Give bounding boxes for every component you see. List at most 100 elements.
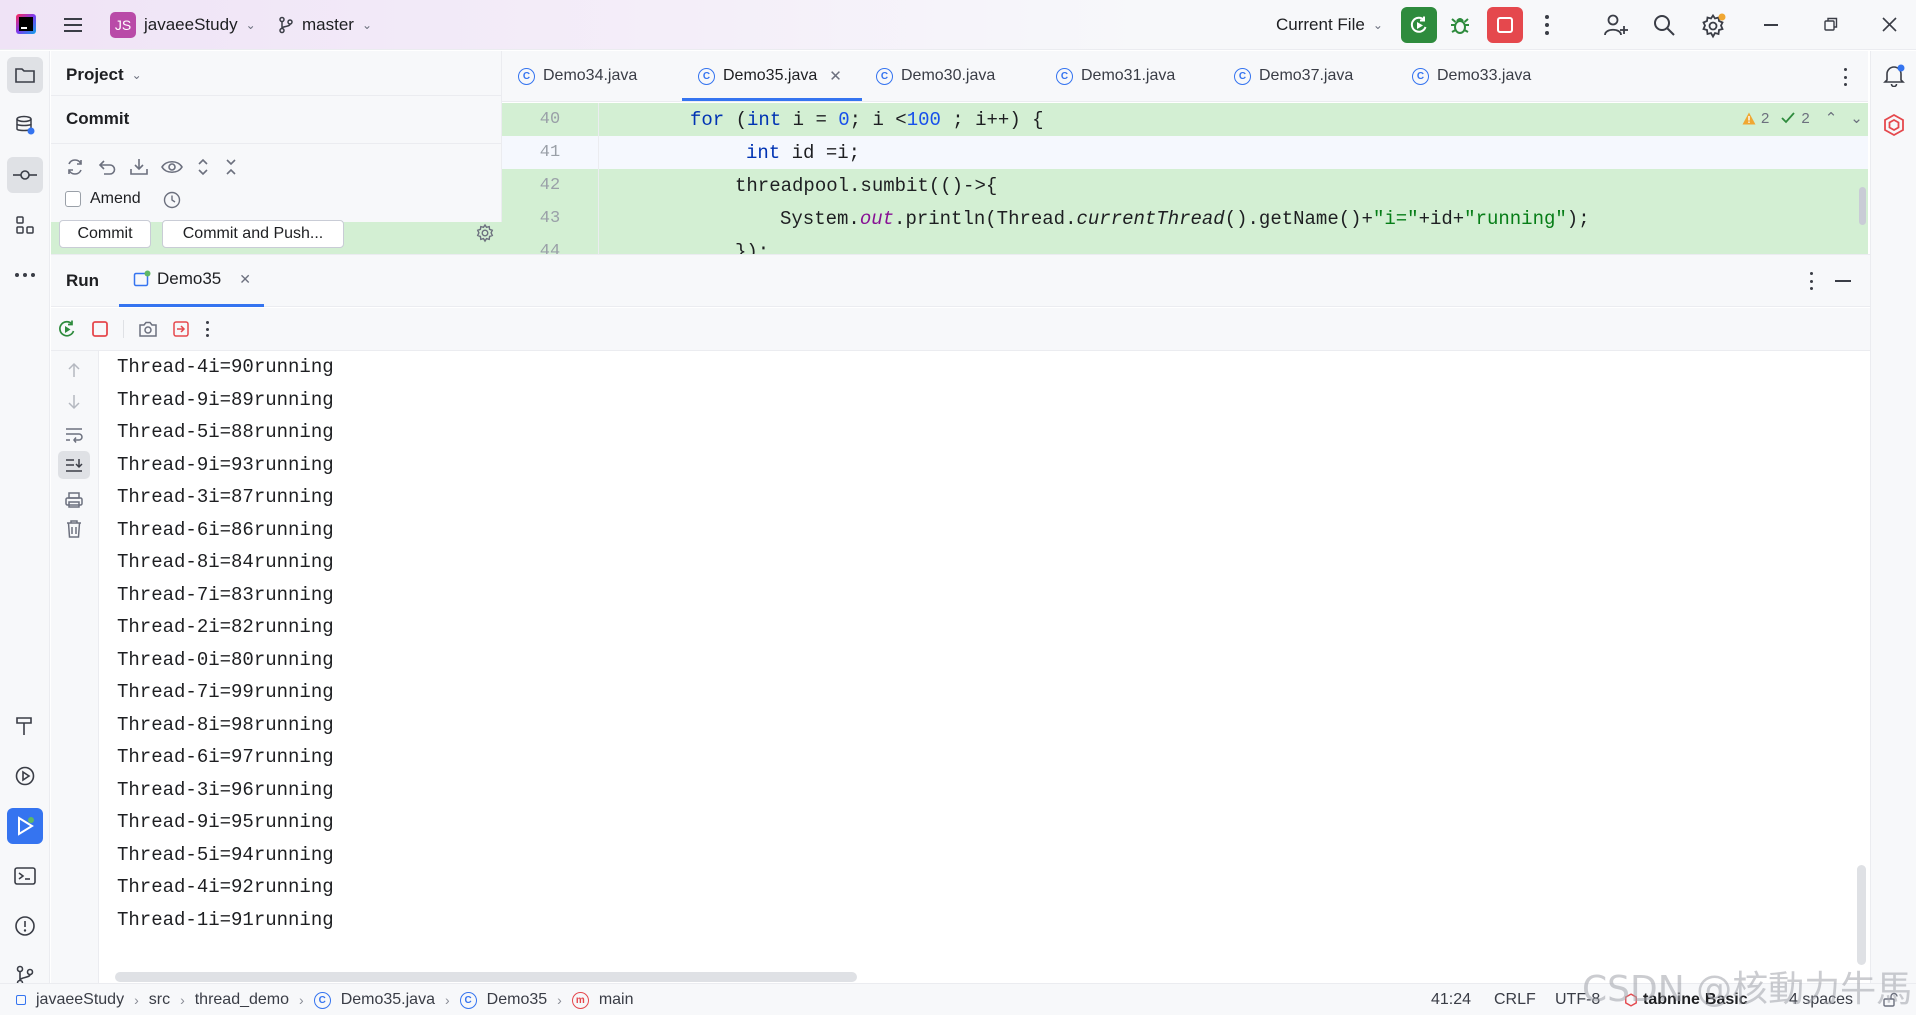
console-horizontal-scrollbar[interactable] xyxy=(115,972,857,982)
run-panel: Run Demo35 ✕ Thread-4i=90running Thread-… xyxy=(51,254,1870,984)
run-config-icon xyxy=(133,270,151,287)
tab-demo33[interactable]: C Demo33.java xyxy=(1412,51,1531,101)
services-tool-button[interactable] xyxy=(7,758,43,794)
console-output[interactable]: Thread-4i=90running Thread-9i=89running Th… xyxy=(117,351,1817,936)
rerun-icon[interactable] xyxy=(57,319,77,339)
editor-scrollbar[interactable] xyxy=(1859,187,1866,225)
hide-panel-icon[interactable] xyxy=(1835,280,1851,282)
breadcrumb-item-class[interactable]: Demo35 xyxy=(487,991,547,1009)
breadcrumb-item-src[interactable]: src xyxy=(149,991,170,1009)
run-icon xyxy=(18,816,34,836)
download-icon[interactable] xyxy=(129,157,149,177)
history-clock-icon[interactable] xyxy=(163,191,181,209)
problems-tool-button[interactable] xyxy=(7,908,43,944)
refresh-icon[interactable] xyxy=(65,157,85,177)
title-bar: JS javaeeStudy ⌄ master ⌄ Current File ⌄ xyxy=(0,0,1916,50)
amend-checkbox[interactable] xyxy=(65,191,81,207)
database-tool-button[interactable] xyxy=(7,107,43,143)
chevron-down-icon[interactable]: ⌄ xyxy=(1850,109,1863,127)
arrow-up-icon[interactable] xyxy=(65,361,83,379)
database-icon xyxy=(16,115,35,135)
project-tool-button[interactable] xyxy=(7,57,43,93)
breadcrumb-item-method[interactable]: main xyxy=(599,991,634,1009)
intellij-logo-icon[interactable] xyxy=(16,14,36,34)
run-config-selector[interactable]: Current File ⌄ xyxy=(1276,12,1383,38)
chevron-right-icon: › xyxy=(180,992,185,1008)
folder-icon xyxy=(15,68,35,83)
console-vertical-scrollbar[interactable] xyxy=(1857,865,1866,965)
run-title: Run xyxy=(66,271,100,290)
console-line: Thread-5i=94running xyxy=(117,843,334,866)
code-line: 44 }); xyxy=(502,235,1868,254)
class-icon: C xyxy=(1412,67,1429,85)
run-tool-button[interactable] xyxy=(7,808,43,844)
debug-button[interactable] xyxy=(1448,13,1472,37)
project-selector[interactable]: JS javaeeStudy ⌄ xyxy=(110,12,256,38)
build-tool-button[interactable] xyxy=(7,708,43,744)
trash-icon[interactable] xyxy=(65,519,83,539)
settings-gear-icon[interactable] xyxy=(1701,13,1727,39)
soft-wrap-icon[interactable] xyxy=(64,425,84,443)
tab-demo35[interactable]: C Demo35.java ✕ xyxy=(698,51,842,101)
console-line: Thread-3i=87running xyxy=(117,486,334,509)
expand-all-icon[interactable] xyxy=(195,157,211,177)
more-tools-button[interactable] xyxy=(7,257,43,293)
bug-icon xyxy=(1451,18,1469,34)
minimize-button[interactable] xyxy=(1764,24,1778,26)
project-name: javaeeStudy xyxy=(144,15,238,34)
caret-position[interactable]: 41:24 xyxy=(1431,984,1471,1016)
camera-icon[interactable] xyxy=(138,320,158,338)
close-tab-icon[interactable]: ✕ xyxy=(239,271,251,288)
terminal-tool-button[interactable] xyxy=(7,858,43,894)
run-more-icon[interactable] xyxy=(204,321,210,337)
commit-button[interactable]: Commit xyxy=(59,220,151,248)
restore-button[interactable] xyxy=(1824,17,1838,31)
scroll-to-end-button[interactable] xyxy=(58,451,90,479)
stop-icon[interactable] xyxy=(91,320,109,338)
collapse-all-icon[interactable] xyxy=(223,157,239,177)
warning-icon xyxy=(1742,112,1756,124)
rollback-icon[interactable] xyxy=(97,157,117,177)
tabnine-icon[interactable] xyxy=(1882,113,1906,137)
branch-selector[interactable]: master ⌄ xyxy=(278,12,372,38)
code-area[interactable]: 40 for (int i = 0; i <100 ; i++) { 41 in… xyxy=(502,103,1868,254)
search-icon[interactable] xyxy=(1652,13,1676,37)
commit-icon xyxy=(13,170,37,180)
arrow-down-icon[interactable] xyxy=(65,393,83,411)
breadcrumb-item-package[interactable]: thread_demo xyxy=(195,991,289,1009)
commit-tool-button[interactable] xyxy=(7,157,43,193)
close-window-button[interactable] xyxy=(1882,17,1897,32)
more-actions-icon[interactable] xyxy=(1541,13,1553,37)
check-icon xyxy=(1781,112,1796,124)
code-line: 42 threadpool.sumbit(()->{ xyxy=(502,169,1868,202)
stop-button[interactable] xyxy=(1487,7,1523,43)
commit-options-gear-icon[interactable] xyxy=(475,223,495,243)
rerun-button[interactable] xyxy=(1401,7,1437,43)
class-icon: C xyxy=(1056,67,1073,85)
run-panel-more-icon[interactable] xyxy=(1808,272,1814,290)
main-menu-icon[interactable] xyxy=(62,15,84,35)
inspection-widget[interactable]: 2 2 ⌃ ⌄ xyxy=(1742,109,1863,127)
close-tab-icon[interactable]: ✕ xyxy=(829,67,842,85)
breadcrumb-item-file[interactable]: Demo35.java xyxy=(341,991,435,1009)
tab-demo30[interactable]: C Demo30.java xyxy=(876,51,995,101)
commit-and-push-button[interactable]: Commit and Push... xyxy=(162,220,344,248)
print-icon[interactable] xyxy=(64,491,84,509)
tab-demo31[interactable]: C Demo31.java xyxy=(1056,51,1175,101)
breadcrumb-item-project[interactable]: javaeeStudy xyxy=(36,991,124,1009)
run-tab-demo35[interactable]: Demo35 ✕ xyxy=(133,269,251,289)
structure-tool-button[interactable] xyxy=(7,207,43,243)
tabs-more-icon[interactable] xyxy=(1842,68,1848,86)
run-tab-underline xyxy=(119,304,264,307)
tab-demo37[interactable]: C Demo37.java xyxy=(1234,51,1353,101)
exit-icon[interactable] xyxy=(172,320,190,338)
eye-icon[interactable] xyxy=(161,157,183,177)
terminal-icon xyxy=(14,867,36,885)
notifications-bell-icon[interactable] xyxy=(1882,63,1906,87)
tab-demo34[interactable]: C Demo34.java xyxy=(518,51,637,101)
line-ending[interactable]: CRLF xyxy=(1494,984,1536,1016)
chevron-up-icon[interactable]: ⌃ xyxy=(1825,109,1838,127)
project-view-selector[interactable]: Project ⌄ xyxy=(66,65,142,85)
console-line: Thread-8i=98running xyxy=(117,713,334,736)
add-user-icon[interactable] xyxy=(1603,13,1629,37)
